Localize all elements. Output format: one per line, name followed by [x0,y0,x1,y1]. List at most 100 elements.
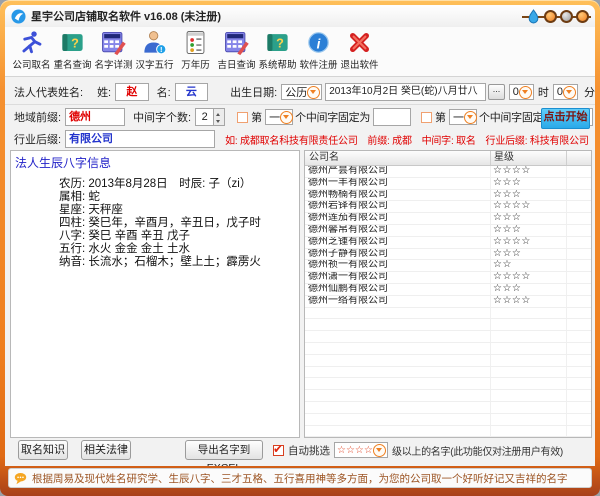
table-row[interactable]: 德州祯一有限公司 ☆☆ [305,260,591,272]
auto-pick-checkbox[interactable] [273,445,284,456]
hour-select[interactable]: 0 [509,84,534,100]
calendar-type-select[interactable]: 公历 [281,84,322,100]
blank-cell [567,331,591,342]
birth-date-label: 出生日期: [230,84,277,100]
table-row[interactable]: 德州馨帛有限公司 ☆☆☆ [305,225,591,237]
info-icon: i [298,29,339,56]
table-row[interactable]: 德州岩铎有限公司 ☆☆☆☆ [305,201,591,213]
toolbar-item-hanzi-wuxing[interactable]: ! 汉字五行 [134,27,175,71]
table-row[interactable]: 德州子静有限公司 ☆☆☆ [305,249,591,261]
company-name-cell [305,378,491,389]
toolbar-label: 退出软件 [340,56,379,70]
table-row[interactable]: 德州畅楠有限公司 ☆☆☆ [305,190,591,202]
table-row[interactable] [305,367,591,379]
company-name-cell: 德州严昙有限公司 [305,166,491,177]
table-row[interactable] [305,414,591,426]
toolbar-item-calendar[interactable]: 万年历 [175,27,216,71]
date-picker-button[interactable]: ... [488,84,505,100]
up-arrow-icon[interactable] [214,109,224,117]
table-row[interactable]: 德州芝锺有限公司 ☆☆☆☆ [305,237,591,249]
auto-pick-label: 自动挑选 [288,443,330,458]
surname-label: 姓: [97,84,111,100]
industry-suffix-input[interactable]: 有限公司 [65,130,215,148]
stepper-arrows[interactable] [213,109,224,125]
company-name-cell [305,355,491,366]
table-row[interactable] [305,331,591,343]
star-rating-cell: ☆☆☆ [491,225,567,236]
maximize-button[interactable] [560,10,573,23]
star-rating-cell: ☆☆☆ [491,249,567,260]
star-rating-cell: ☆☆☆ [491,213,567,224]
toolbar-label: 万年历 [176,56,215,70]
book-question-icon: ? [52,29,93,56]
given-name-input[interactable]: 云 [175,83,208,101]
export-excel-button[interactable]: 导出名字到EXCEL [185,440,263,460]
svg-text:?: ? [276,37,284,51]
region-prefix-label: 地域前缀: [14,109,61,125]
blank-cell [567,402,591,413]
related-law-button[interactable]: 相关法律 [81,440,131,460]
table-row[interactable] [305,390,591,402]
company-name-cell: 德州莲茄有限公司 [305,213,491,224]
minute-select[interactable]: 0 [553,84,578,100]
toolbar-item-help[interactable]: ? 系统帮助 [257,27,298,71]
blank-cell [567,414,591,425]
table-row[interactable]: 德州莲茄有限公司 ☆☆☆ [305,213,591,225]
table-row[interactable]: 德州一丰有限公司 ☆☆☆ [305,178,591,190]
separator [5,104,595,105]
table-row[interactable]: 德州仙鹏有限公司 ☆☆☆ [305,284,591,296]
fixed1-ordinal-select[interactable]: 一 [265,109,293,125]
fixed1-label-b: 个中间字固定为 [295,109,370,125]
bazi-line-eight-chars: 八字: 癸巳 辛酉 辛丑 戊子 [59,230,299,243]
star-threshold-value: ☆☆☆☆ [337,445,373,456]
table-row[interactable] [305,402,591,414]
table-row[interactable] [305,319,591,331]
fixed2-checkbox[interactable] [421,112,432,123]
table-row[interactable]: 德州严昙有限公司 ☆☆☆☆ [305,166,591,178]
name-row: 法人代表姓名: 姓: 赵 名: 云 出生日期: 公历 2013年10月2日 癸巳… [5,82,595,102]
table-row[interactable] [305,378,591,390]
surname-input[interactable]: 赵 [115,83,148,101]
window-title: 星宇公司店铺取名软件 v16.08 (未注册) [31,8,221,24]
fixed1-input[interactable] [373,108,411,126]
star-rating-cell [491,390,567,401]
birth-date-input[interactable]: 2013年10月2日 癸巳(蛇)八月廿八 [325,83,486,101]
column-header-company-name[interactable]: 公司名 [305,151,491,165]
company-name-cell: 德州仙鹏有限公司 [305,284,491,295]
table-row[interactable] [305,343,591,355]
down-arrow-icon[interactable] [214,117,224,125]
calc-pencil-icon [216,29,257,56]
table-row[interactable] [305,355,591,367]
skin-icon[interactable] [526,9,541,24]
star-rating-cell: ☆☆☆ [491,190,567,201]
naming-knowledge-button[interactable]: 取名知识 [18,440,68,460]
minimize-button[interactable] [544,10,557,23]
star-rating-cell [491,331,567,342]
calc-pencil-icon [93,29,134,56]
table-row[interactable] [305,308,591,320]
toolbar-item-name-test[interactable]: 名字详测 [93,27,134,71]
toolbar-item-exit[interactable]: 退出软件 [339,27,380,71]
table-row[interactable]: 德州潇一有限公司 ☆☆☆☆ [305,272,591,284]
region-prefix-input[interactable]: 德州 [65,108,125,126]
svg-text:?: ? [71,37,79,51]
blank-cell [567,249,591,260]
fixed1-checkbox[interactable] [237,112,248,123]
toolbar-item-company-naming[interactable]: 公司取名 [11,27,52,71]
star-threshold-select[interactable]: ☆☆☆☆ [334,442,388,458]
close-button[interactable] [576,10,589,23]
column-header-star-rating[interactable]: 星级 [491,151,567,165]
table-row[interactable]: 德州一络有限公司 ☆☆☆☆ [305,296,591,308]
company-name-cell [305,343,491,354]
company-name-cell: 德州岩铎有限公司 [305,201,491,212]
start-button[interactable]: 点击开始 [541,108,590,129]
blank-cell [567,319,591,330]
table-row[interactable] [305,426,591,438]
bazi-lines: 农历: 2013年8月28日 时辰: 子（zi） 属相: 蛇 星座: 天秤座 四… [59,178,299,269]
toolbar-item-register[interactable]: i 软件注册 [298,27,339,71]
fixed2-ordinal-select[interactable]: 一 [449,109,477,125]
toolbar-item-lucky-day[interactable]: 吉日查询 [216,27,257,71]
star-rating-cell [491,355,567,366]
toolbar-item-duplicate-check[interactable]: ? 重名查询 [52,27,93,71]
mid-count-stepper[interactable]: 2 [195,108,225,126]
